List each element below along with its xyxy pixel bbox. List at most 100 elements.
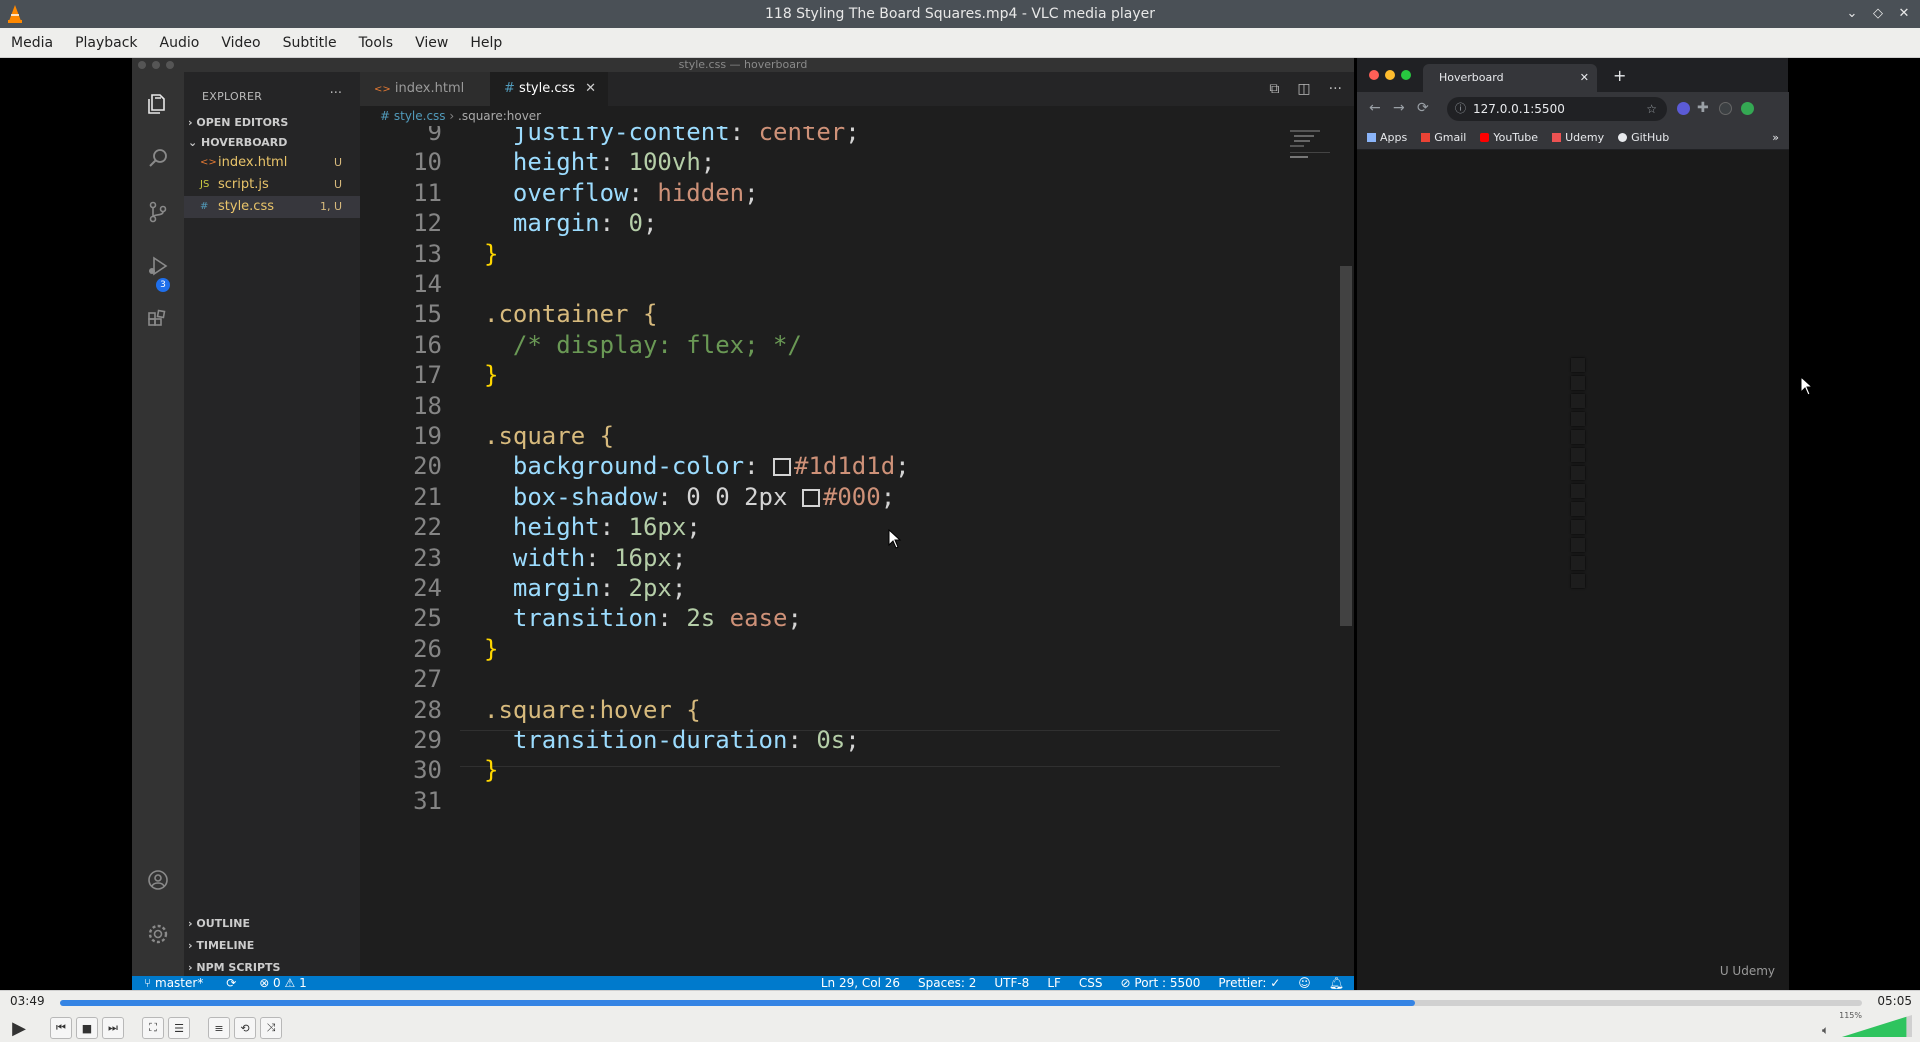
minimize-window-icon[interactable] bbox=[1385, 70, 1395, 80]
language-mode[interactable]: CSS bbox=[1079, 976, 1103, 990]
bookmark-github[interactable]: GitHub bbox=[1618, 131, 1669, 144]
board-square[interactable] bbox=[1571, 556, 1585, 570]
reload-icon[interactable]: ⟳ bbox=[1417, 100, 1429, 116]
file-style-css[interactable]: # style.css 1, U bbox=[184, 196, 360, 218]
profile-icon[interactable] bbox=[1719, 102, 1732, 115]
color-swatch[interactable] bbox=[773, 458, 791, 477]
timeline-section[interactable]: › TIMELINE bbox=[188, 939, 254, 952]
board-square[interactable] bbox=[1571, 538, 1585, 552]
shuffle-icon[interactable]: ⤨ bbox=[260, 1017, 282, 1039]
more-icon[interactable]: ··· bbox=[1329, 81, 1342, 97]
extensions-icon[interactable] bbox=[144, 306, 172, 334]
open-editors-section[interactable]: › OPEN EDITORS bbox=[188, 116, 288, 129]
play-icon[interactable]: ▶ bbox=[6, 1015, 32, 1041]
minimap[interactable] bbox=[1290, 126, 1338, 186]
close-icon[interactable]: ✕ bbox=[1896, 5, 1912, 21]
volume-control[interactable]: 115% 🔈︎ bbox=[1822, 1011, 1912, 1039]
menu-subtitle[interactable]: Subtitle bbox=[272, 35, 348, 51]
explorer-files-icon[interactable] bbox=[144, 90, 172, 118]
bookmark-gmail[interactable]: Gmail bbox=[1421, 131, 1466, 144]
maximize-icon[interactable]: ◇ bbox=[1870, 5, 1886, 21]
settings-gear-icon[interactable] bbox=[144, 920, 172, 948]
speaker-icon[interactable]: 🔈︎ bbox=[1822, 1023, 1829, 1038]
fullscreen-icon[interactable]: ⛶ bbox=[142, 1017, 164, 1039]
feedback-icon[interactable]: ☺ bbox=[1298, 976, 1311, 990]
problems-count[interactable]: ⊗ 0 ⚠ 1 bbox=[259, 976, 307, 990]
accounts-icon[interactable] bbox=[144, 866, 172, 894]
next-icon[interactable]: ⏭ bbox=[102, 1017, 124, 1039]
menu-view[interactable]: View bbox=[404, 35, 459, 51]
code-line[interactable]: 31 bbox=[360, 783, 1280, 820]
run-debug-icon[interactable] bbox=[144, 252, 172, 280]
seek-bar[interactable] bbox=[60, 1000, 1862, 1006]
menu-audio[interactable]: Audio bbox=[149, 35, 211, 51]
bookmark-udemy[interactable]: Udemy bbox=[1552, 131, 1604, 144]
board-square[interactable] bbox=[1571, 394, 1585, 408]
breadcrumb-selector[interactable]: .square:hover bbox=[458, 109, 541, 123]
extension-icon[interactable] bbox=[1677, 102, 1690, 115]
project-folder-section[interactable]: ⌄ HOVERBOARD bbox=[188, 136, 287, 149]
editor-scrollbar[interactable] bbox=[1340, 266, 1352, 626]
board-square[interactable] bbox=[1571, 520, 1585, 534]
file-index-html[interactable]: <> index.html U bbox=[184, 152, 360, 174]
tab-index-html[interactable]: <> index.html bbox=[360, 72, 490, 106]
close-window-icon[interactable] bbox=[1369, 70, 1379, 80]
breadcrumb-file[interactable]: # style.css bbox=[380, 109, 446, 123]
board-square[interactable] bbox=[1571, 412, 1585, 426]
bookmark-youtube[interactable]: YouTube bbox=[1480, 131, 1538, 144]
volume-slider[interactable] bbox=[1842, 1015, 1912, 1037]
code-editor[interactable]: 9 justify-content: center; 10 height: 100… bbox=[360, 126, 1354, 976]
board-square[interactable] bbox=[1571, 502, 1585, 516]
outline-section[interactable]: › OUTLINE bbox=[188, 917, 250, 930]
more-actions-icon[interactable]: ··· bbox=[330, 86, 342, 101]
puzzle-extensions-icon[interactable]: ✚ bbox=[1697, 100, 1709, 116]
menu-playback[interactable]: Playback bbox=[64, 35, 148, 51]
split-editor-icon[interactable]: ◫ bbox=[1297, 81, 1310, 97]
source-control-icon[interactable] bbox=[144, 198, 172, 226]
close-tab-icon[interactable]: ✕ bbox=[585, 72, 596, 106]
file-script-js[interactable]: JS script.js U bbox=[184, 174, 360, 196]
minimize-icon[interactable]: ⌄ bbox=[1844, 5, 1860, 21]
board-square[interactable] bbox=[1571, 376, 1585, 390]
search-icon[interactable] bbox=[144, 144, 172, 172]
previous-icon[interactable]: ⏮ bbox=[50, 1017, 72, 1039]
extended-settings-icon[interactable]: ☰ bbox=[168, 1017, 190, 1039]
video-area[interactable]: style.css — hoverboard 3 EXPLORER ··· › … bbox=[0, 58, 1920, 990]
new-tab-icon[interactable]: + bbox=[1613, 66, 1626, 85]
loop-icon[interactable]: ⟲ bbox=[234, 1017, 256, 1039]
more-bookmarks-icon[interactable]: » bbox=[1772, 131, 1779, 144]
board-square[interactable] bbox=[1571, 430, 1585, 444]
zoom-window-icon[interactable] bbox=[1401, 70, 1411, 80]
stop-icon[interactable]: ■ bbox=[76, 1017, 98, 1039]
forward-icon[interactable]: → bbox=[1393, 100, 1405, 116]
close-tab-icon[interactable]: ✕ bbox=[1580, 64, 1589, 92]
sync-icon[interactable]: ⟳ bbox=[226, 976, 236, 990]
tab-style-css[interactable]: # style.css ✕ bbox=[490, 72, 608, 106]
board-square[interactable] bbox=[1571, 448, 1585, 462]
cursor-position[interactable]: Ln 29, Col 26 bbox=[821, 976, 900, 990]
board-square[interactable] bbox=[1571, 574, 1585, 588]
square-column[interactable] bbox=[1571, 358, 1585, 592]
bookmark-star-icon[interactable]: ☆ bbox=[1646, 97, 1657, 121]
board-square[interactable] bbox=[1571, 358, 1585, 372]
menu-tools[interactable]: Tools bbox=[348, 35, 405, 51]
prettier-status[interactable]: Prettier: ✓ bbox=[1218, 976, 1280, 990]
color-swatch[interactable] bbox=[801, 488, 820, 507]
playlist-icon[interactable]: ≡ bbox=[208, 1017, 230, 1039]
site-info-icon[interactable]: ⓘ bbox=[1455, 97, 1466, 121]
indentation[interactable]: Spaces: 2 bbox=[918, 976, 976, 990]
menu-media[interactable]: Media bbox=[0, 35, 64, 51]
notifications-icon[interactable]: 🔔︎ bbox=[1329, 976, 1344, 990]
back-icon[interactable]: ← bbox=[1369, 100, 1381, 116]
menu-help[interactable]: Help bbox=[459, 35, 513, 51]
account-avatar-icon[interactable] bbox=[1741, 102, 1754, 115]
hoverboard-page[interactable]: ᑌ Udemy bbox=[1357, 150, 1789, 990]
address-bar[interactable]: ⓘ 127.0.0.1:5500 ☆ bbox=[1447, 97, 1667, 121]
browser-tab[interactable]: Hoverboard ✕ bbox=[1423, 64, 1597, 92]
live-server-port[interactable]: ⊘ Port : 5500 bbox=[1121, 976, 1201, 990]
encoding[interactable]: UTF-8 bbox=[994, 976, 1029, 990]
board-square[interactable] bbox=[1571, 484, 1585, 498]
menu-video[interactable]: Video bbox=[210, 35, 271, 51]
bookmark-apps[interactable]: Apps bbox=[1367, 131, 1407, 144]
line-ending[interactable]: LF bbox=[1047, 976, 1061, 990]
